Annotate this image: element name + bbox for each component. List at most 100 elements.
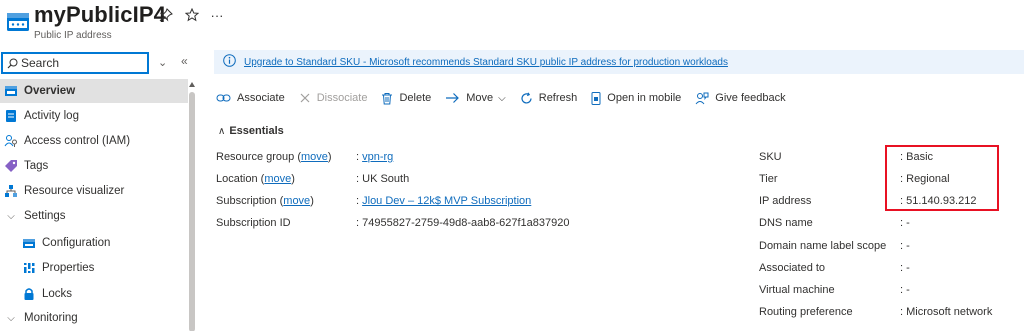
sidebar-item-label: Tags — [24, 160, 49, 172]
resource-group-value: : vpn-rg — [356, 151, 394, 163]
page-title: myPublicIP4 — [34, 2, 166, 27]
routing-preference-label: Routing preference — [759, 306, 853, 318]
prop-label-text: Resource group — [216, 151, 295, 163]
scroll-up-arrow-icon[interactable] — [189, 82, 195, 87]
command-bar: Associate Dissociate Delete Move ⌵ Refre… — [216, 86, 800, 110]
pin-icon[interactable] — [158, 8, 174, 24]
chevron-up-icon: ∧ — [218, 125, 226, 137]
page-subtitle: Public IP address — [34, 30, 112, 41]
sidebar-item-label: Activity log — [24, 110, 79, 122]
sidebar-item-label: Monitoring — [24, 312, 78, 324]
sidebar-item-tags[interactable]: Tags — [0, 154, 188, 178]
open-in-mobile-button[interactable]: Open in mobile — [591, 91, 682, 105]
associated-to-label: Associated to — [759, 262, 826, 274]
resource-group-link[interactable]: vpn-rg — [362, 151, 393, 163]
sidebar-item-label: Overview — [24, 85, 76, 97]
sidebar-item-label: Resource visualizer — [24, 185, 125, 197]
tier-label: Tier — [759, 173, 778, 185]
virtual-machine-label: Virtual machine — [759, 284, 835, 296]
close-icon — [300, 93, 310, 103]
search-box[interactable] — [1, 52, 149, 74]
page-header: myPublicIP4 Public IP address ··· — [0, 0, 1024, 46]
move-location-link[interactable]: move — [264, 173, 291, 185]
sidebar-item-overview[interactable]: Overview — [0, 79, 188, 103]
tag-icon — [4, 159, 18, 173]
annotation-highlight-box — [885, 145, 999, 211]
delete-button[interactable]: Delete — [381, 92, 431, 105]
feedback-icon — [695, 92, 709, 104]
subscription-id-value: : 74955827-2759-49d8-aab8-627f1a837920 — [356, 217, 570, 229]
upgrade-sku-link[interactable]: Upgrade to Standard SKU - Microsoft reco… — [244, 57, 728, 68]
give-feedback-button[interactable]: Give feedback — [695, 92, 786, 105]
lock-icon — [22, 287, 36, 301]
subscription-id-text: 74955827-2759-49d8-aab8-627f1a837920 — [362, 217, 570, 229]
sidebar-scrollbar[interactable] — [188, 78, 196, 331]
trash-icon — [382, 92, 393, 104]
open-in-mobile-label: Open in mobile — [607, 92, 682, 104]
sidebar-item-label: Configuration — [42, 237, 111, 249]
associate-label: Associate — [237, 92, 285, 104]
expand-toggle-icon[interactable]: ⌄ — [158, 56, 167, 69]
domain-label-scope-label: Domain name label scope — [759, 240, 887, 252]
sidebar-item-label: Settings — [24, 210, 66, 222]
mobile-icon — [591, 91, 601, 105]
virtual-machine-value: : - — [900, 284, 910, 296]
public-ip-icon — [6, 10, 30, 34]
subscription-label: Subscription (move) — [216, 195, 314, 207]
sidebar-item-resource-visualizer[interactable]: Resource visualizer — [0, 179, 188, 203]
refresh-icon — [521, 91, 532, 104]
chevron-down-icon: ⌵ — [7, 312, 15, 324]
routing-preference-value-text: Microsoft network — [906, 306, 993, 318]
sidebar-item-configuration[interactable]: Configuration — [0, 231, 188, 255]
configuration-icon — [22, 236, 36, 250]
give-feedback-label: Give feedback — [715, 92, 786, 104]
associate-button[interactable]: Associate — [216, 92, 285, 104]
scroll-thumb[interactable] — [189, 92, 195, 331]
delete-label: Delete — [399, 92, 432, 104]
prop-label-text: Location — [216, 173, 258, 185]
search-input[interactable] — [21, 55, 145, 71]
info-icon — [223, 54, 236, 70]
subscription-value: : Jlou Dev – 12k$ MVP Subscription — [356, 195, 532, 207]
move-subscription-link[interactable]: move — [283, 195, 310, 207]
resource-visualizer-icon — [4, 184, 18, 198]
subscription-id-label: Subscription ID — [216, 217, 291, 229]
arrow-right-icon — [446, 93, 460, 103]
collapse-sidebar-button[interactable]: « — [181, 54, 188, 68]
sidebar-item-properties[interactable]: Properties — [0, 256, 188, 280]
sidebar-group-settings[interactable]: ⌵ Settings — [0, 204, 188, 228]
sidebar-item-activity-log[interactable]: Activity log — [0, 104, 188, 128]
star-icon[interactable] — [184, 7, 200, 24]
link-icon — [216, 94, 231, 102]
location-value: : UK South — [356, 173, 410, 185]
essentials-toggle[interactable]: ∧ Essentials — [218, 125, 284, 137]
sidebar-item-locks[interactable]: Locks — [0, 282, 188, 306]
sidebar-item-label: Access control (IAM) — [24, 135, 131, 147]
overview-icon — [4, 84, 18, 98]
move-button[interactable]: Move ⌵ — [445, 92, 506, 104]
dns-name-value-text: - — [906, 217, 910, 229]
refresh-button[interactable]: Refresh — [520, 91, 577, 105]
location-label: Location (move) — [216, 173, 295, 185]
subscription-link[interactable]: Jlou Dev – 12k$ MVP Subscription — [362, 195, 531, 207]
dissociate-button[interactable]: Dissociate — [299, 92, 368, 104]
dissociate-label: Dissociate — [316, 92, 368, 104]
sidebar: ⌄ « Overview Activity log Access control… — [0, 50, 200, 331]
activity-log-icon — [4, 109, 18, 123]
dns-name-label: DNS name — [759, 217, 813, 229]
properties-icon — [22, 261, 36, 275]
associated-to-value: : - — [900, 262, 910, 274]
chevron-down-icon: ⌵ — [498, 92, 506, 104]
resource-group-label: Resource group (move) — [216, 151, 332, 163]
sidebar-item-label: Properties — [42, 262, 95, 274]
sidebar-item-access-control[interactable]: Access control (IAM) — [0, 129, 188, 153]
upgrade-banner: Upgrade to Standard SKU - Microsoft reco… — [214, 50, 1024, 74]
dns-name-value: : - — [900, 217, 910, 229]
domain-label-scope-value-text: - — [906, 240, 910, 252]
sidebar-group-monitoring[interactable]: ⌵ Monitoring — [0, 306, 188, 330]
move-resource-group-link[interactable]: move — [301, 151, 328, 163]
more-options-button[interactable]: ··· — [208, 8, 226, 24]
sidebar-item-label: Locks — [42, 288, 73, 300]
iam-icon — [4, 134, 18, 148]
sku-label: SKU — [759, 151, 782, 163]
